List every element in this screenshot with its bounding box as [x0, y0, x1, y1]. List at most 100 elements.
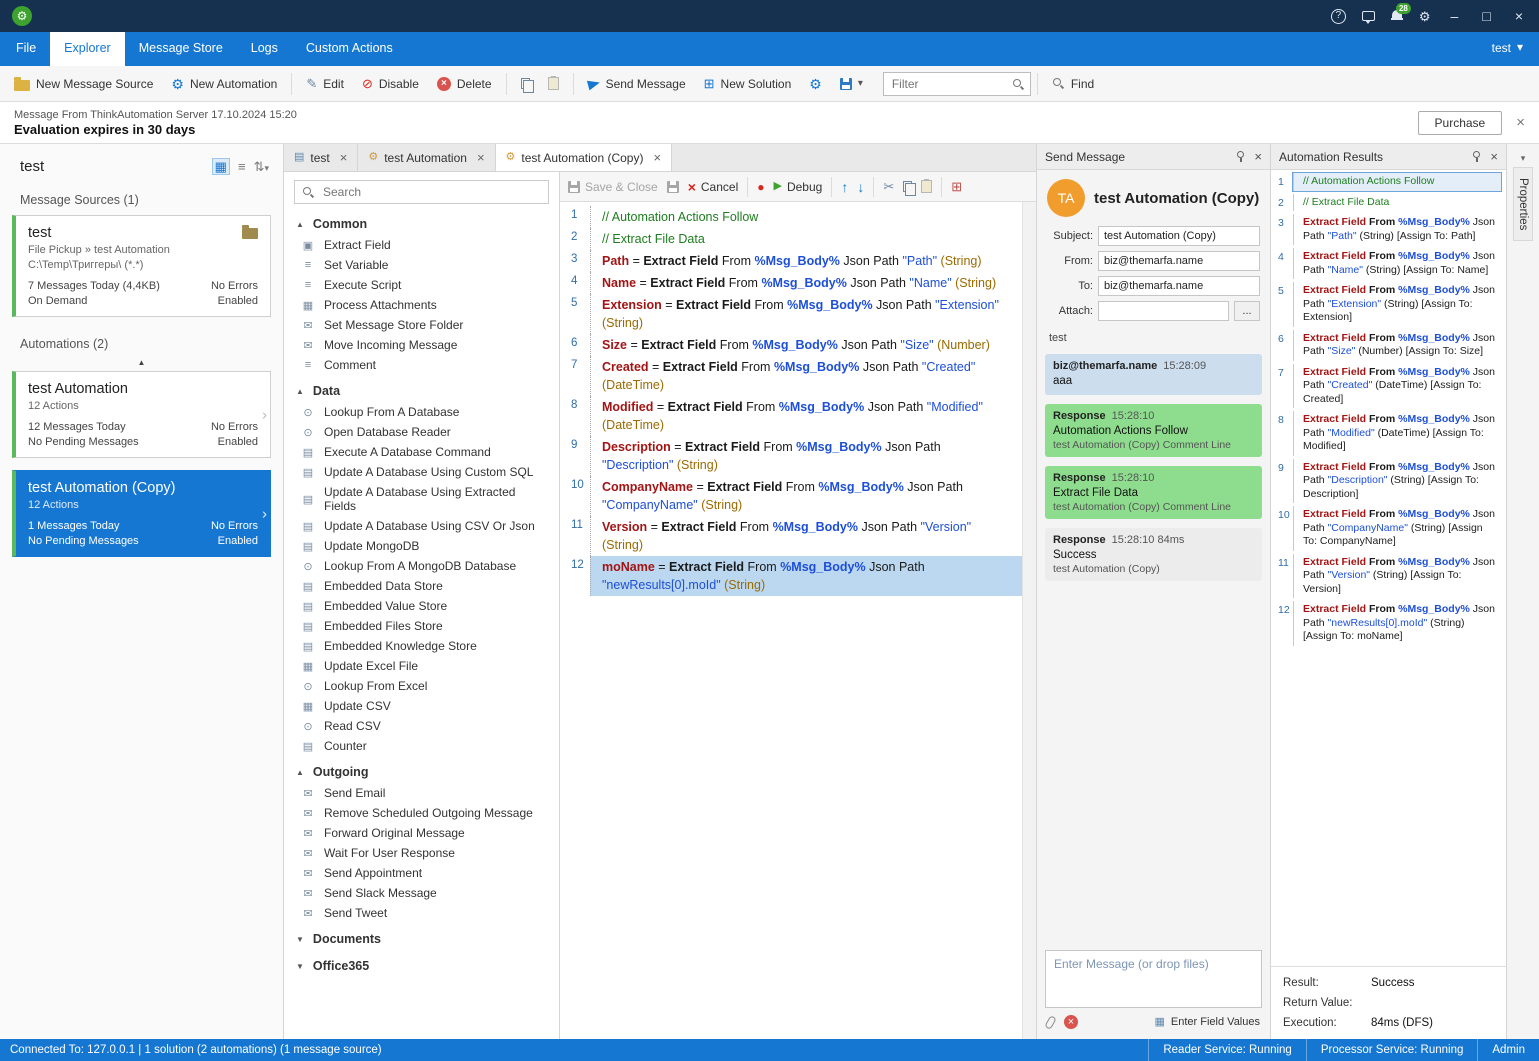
- action-process-attachments[interactable]: ▦ Process Attachments: [284, 295, 559, 315]
- minimize-button[interactable]: [1447, 9, 1463, 23]
- move-down-button[interactable]: [857, 180, 864, 194]
- feedback-icon[interactable]: [1361, 11, 1375, 24]
- disable-button[interactable]: Disable: [354, 72, 427, 96]
- code-line-8[interactable]: 8 Modified = Extract Field From %Msg_Body…: [560, 396, 1022, 436]
- filter-input[interactable]: [882, 71, 1031, 96]
- action-update-a-database-using-csv-or-json[interactable]: ▤ Update A Database Using CSV Or Json: [284, 516, 559, 536]
- code-line-10[interactable]: 10 CompanyName = Extract Field From %Msg_…: [560, 476, 1022, 516]
- save-dropdown-button[interactable]: [832, 73, 871, 95]
- code-line-6[interactable]: 6 Size = Extract Field From %Msg_Body% Js…: [560, 334, 1022, 356]
- panel-close-icon[interactable]: [1490, 150, 1498, 163]
- category-data[interactable]: ▲ Data: [284, 375, 559, 402]
- result-item-11[interactable]: 11 Extract Field From %Msg_Body% Json Pat…: [1271, 553, 1506, 598]
- doc-tab-test-automation-copy[interactable]: test Automation (Copy): [495, 144, 673, 171]
- help-icon[interactable]: [1330, 8, 1346, 24]
- action-embedded-knowledge-store[interactable]: ▤ Embedded Knowledge Store: [284, 636, 559, 656]
- notification-close-icon[interactable]: [1516, 115, 1525, 130]
- tab-close-icon[interactable]: [653, 151, 661, 164]
- action-move-incoming-message[interactable]: ✉ Move Incoming Message: [284, 335, 559, 355]
- panel-close-icon[interactable]: [1254, 150, 1262, 163]
- cut-button[interactable]: [883, 180, 894, 193]
- result-item-8[interactable]: 8 Extract Field From %Msg_Body% Json Path…: [1271, 411, 1506, 456]
- paste-button[interactable]: [540, 72, 567, 95]
- code-line-2[interactable]: 2// Extract File Data: [560, 228, 1022, 250]
- action-embedded-value-store[interactable]: ▤ Embedded Value Store: [284, 596, 559, 616]
- view-grid-icon[interactable]: [211, 158, 230, 175]
- action-counter[interactable]: ▤ Counter: [284, 736, 559, 756]
- new-automation-button[interactable]: New Automation: [163, 72, 285, 96]
- result-item-5[interactable]: 5 Extract Field From %Msg_Body% Json Path…: [1271, 282, 1506, 327]
- clear-message-icon[interactable]: [1064, 1015, 1078, 1029]
- category-common[interactable]: ▲ Common: [284, 208, 559, 235]
- menu-tab-custom-actions[interactable]: Custom Actions: [292, 32, 407, 66]
- code-line-5[interactable]: 5 Extension = Extract Field From %Msg_Bod…: [560, 294, 1022, 334]
- copy-action-button[interactable]: [903, 181, 917, 196]
- action-read-csv[interactable]: ⊙ Read CSV: [284, 716, 559, 736]
- view-list-icon[interactable]: [238, 160, 246, 173]
- menu-tab-logs[interactable]: Logs: [237, 32, 292, 66]
- menu-tab-message-store[interactable]: Message Store: [125, 32, 237, 66]
- record-button[interactable]: [757, 181, 764, 193]
- doc-tab-test-automation[interactable]: test Automation: [358, 144, 496, 171]
- new-solution-button[interactable]: New Solution: [696, 72, 800, 96]
- action-extract-field[interactable]: ▣ Extract Field: [284, 235, 559, 255]
- action-embedded-data-store[interactable]: ▤ Embedded Data Store: [284, 576, 559, 596]
- copy-button[interactable]: [513, 73, 538, 94]
- result-item-10[interactable]: 10 Extract Field From %Msg_Body% Json Pat…: [1271, 506, 1506, 551]
- action-send-slack-message[interactable]: ✉ Send Slack Message: [284, 883, 559, 903]
- toggle-results-button[interactable]: [951, 180, 962, 193]
- result-item-6[interactable]: 6 Extract Field From %Msg_Body% Json Path…: [1271, 329, 1506, 361]
- action-embedded-files-store[interactable]: ▤ Embedded Files Store: [284, 616, 559, 636]
- automation-card-test-automation-copy[interactable]: test Automation (Copy) 12 Actions 1 Messag…: [12, 470, 271, 557]
- sort-control[interactable]: [254, 159, 269, 174]
- result-item-12[interactable]: 12 Extract Field From %Msg_Body% Json Pat…: [1271, 601, 1506, 646]
- result-item-2[interactable]: 2// Extract File Data: [1271, 193, 1506, 211]
- action-remove-scheduled-outgoing-message[interactable]: ✉ Remove Scheduled Outgoing Message: [284, 803, 559, 823]
- action-forward-original-message[interactable]: ✉ Forward Original Message: [284, 823, 559, 843]
- attachment-clip-icon[interactable]: [1044, 1014, 1057, 1030]
- editor-scrollbar[interactable]: [1022, 202, 1036, 1039]
- action-lookup-from-a-database[interactable]: ⊙ Lookup From A Database: [284, 402, 559, 422]
- message-input[interactable]: [1045, 950, 1262, 1008]
- action-update-a-database-using-custom-sql[interactable]: ▤ Update A Database Using Custom SQL: [284, 462, 559, 482]
- properties-tab[interactable]: Properties: [1513, 167, 1533, 242]
- action-wait-for-user-response[interactable]: ✉ Wait For User Response: [284, 843, 559, 863]
- action-send-tweet[interactable]: ✉ Send Tweet: [284, 903, 559, 923]
- menu-tab-file[interactable]: File: [2, 32, 50, 66]
- collapse-automations-icon[interactable]: [0, 357, 283, 369]
- action-comment[interactable]: ≡ Comment: [284, 355, 559, 375]
- action-send-email[interactable]: ✉ Send Email: [284, 783, 559, 803]
- save-close-button[interactable]: Save & Close: [568, 180, 658, 194]
- action-open-database-reader[interactable]: ⊙ Open Database Reader: [284, 422, 559, 442]
- enter-field-values-button[interactable]: Enter Field Values: [1155, 1016, 1260, 1028]
- category-office365[interactable]: ▼ Office365: [284, 950, 559, 977]
- action-update-excel-file[interactable]: ▦ Update Excel File: [284, 656, 559, 676]
- close-button[interactable]: [1511, 9, 1527, 23]
- cancel-button[interactable]: Cancel: [688, 180, 738, 194]
- result-item-9[interactable]: 9 Extract Field From %Msg_Body% Json Path…: [1271, 458, 1506, 503]
- code-line-1[interactable]: 1// Automation Actions Follow: [560, 206, 1022, 228]
- from-field[interactable]: [1098, 251, 1260, 271]
- new-message-source-button[interactable]: New Message Source: [6, 72, 161, 96]
- solution-settings-button[interactable]: [801, 72, 830, 96]
- settings-gear-icon[interactable]: [1419, 10, 1431, 23]
- pin-icon[interactable]: [1235, 151, 1245, 162]
- find-button[interactable]: Find: [1044, 72, 1102, 96]
- action-update-mongodb[interactable]: ▤ Update MongoDB: [284, 536, 559, 556]
- result-item-1[interactable]: 1// Automation Actions Follow: [1271, 172, 1506, 192]
- action-send-appointment[interactable]: ✉ Send Appointment: [284, 863, 559, 883]
- code-line-4[interactable]: 4 Name = Extract Field From %Msg_Body% Js…: [560, 272, 1022, 294]
- action-lookup-from-a-mongodb-database[interactable]: ⊙ Lookup From A MongoDB Database: [284, 556, 559, 576]
- action-execute-a-database-command[interactable]: ▤ Execute A Database Command: [284, 442, 559, 462]
- tab-close-icon[interactable]: [340, 151, 348, 164]
- paste-action-button[interactable]: [921, 179, 933, 193]
- save-button[interactable]: [666, 180, 679, 193]
- action-lookup-from-excel[interactable]: ⊙ Lookup From Excel: [284, 676, 559, 696]
- purchase-button[interactable]: Purchase: [1417, 110, 1503, 135]
- subject-field[interactable]: [1098, 226, 1260, 246]
- automation-card-test-automation[interactable]: test Automation 12 Actions 12 Messages Tod…: [12, 371, 271, 458]
- action-update-a-database-using-extracted-fields[interactable]: ▤ Update A Database Using Extracted Field…: [284, 482, 559, 516]
- actions-search-input[interactable]: [294, 180, 549, 204]
- user-menu[interactable]: test: [1478, 32, 1537, 66]
- debug-button[interactable]: Debug: [774, 180, 822, 194]
